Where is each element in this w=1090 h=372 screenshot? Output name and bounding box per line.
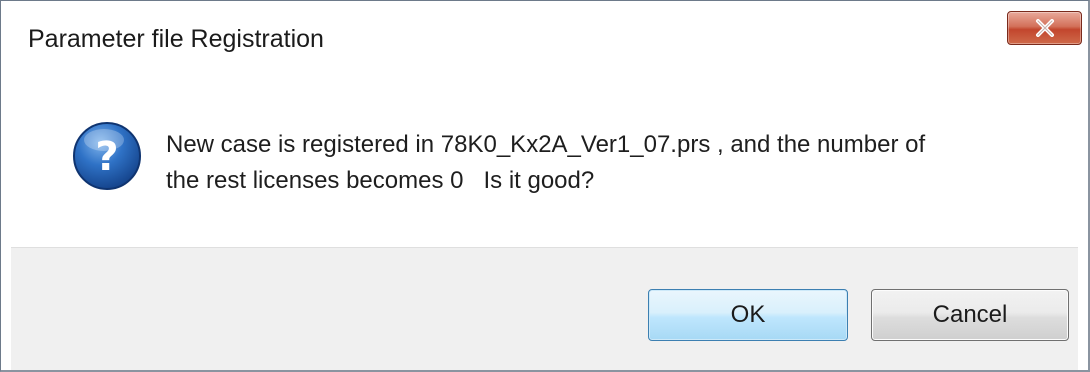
button-bar: OK Cancel bbox=[11, 247, 1078, 370]
title-bar[interactable]: Parameter file Registration bbox=[1, 1, 1088, 75]
svg-text:?: ? bbox=[95, 134, 118, 180]
close-icon bbox=[1035, 19, 1054, 37]
message-area: ? New case is registered in 78K0_Kx2A_Ve… bbox=[11, 75, 1078, 247]
message-text: New case is registered in 78K0_Kx2A_Ver1… bbox=[166, 127, 1046, 199]
question-icon: ? bbox=[73, 122, 141, 190]
ok-button[interactable]: OK bbox=[648, 289, 848, 341]
cancel-button[interactable]: Cancel bbox=[871, 289, 1069, 341]
dialog-title: Parameter file Registration bbox=[28, 25, 324, 53]
close-button[interactable] bbox=[1007, 11, 1082, 45]
dialog-window: Parameter file Registration ? New case i… bbox=[0, 0, 1090, 372]
message-line-1: New case is registered in 78K0_Kx2A_Ver1… bbox=[166, 131, 926, 158]
message-line-2: the rest licenses becomes 0 Is it good? bbox=[166, 167, 595, 194]
